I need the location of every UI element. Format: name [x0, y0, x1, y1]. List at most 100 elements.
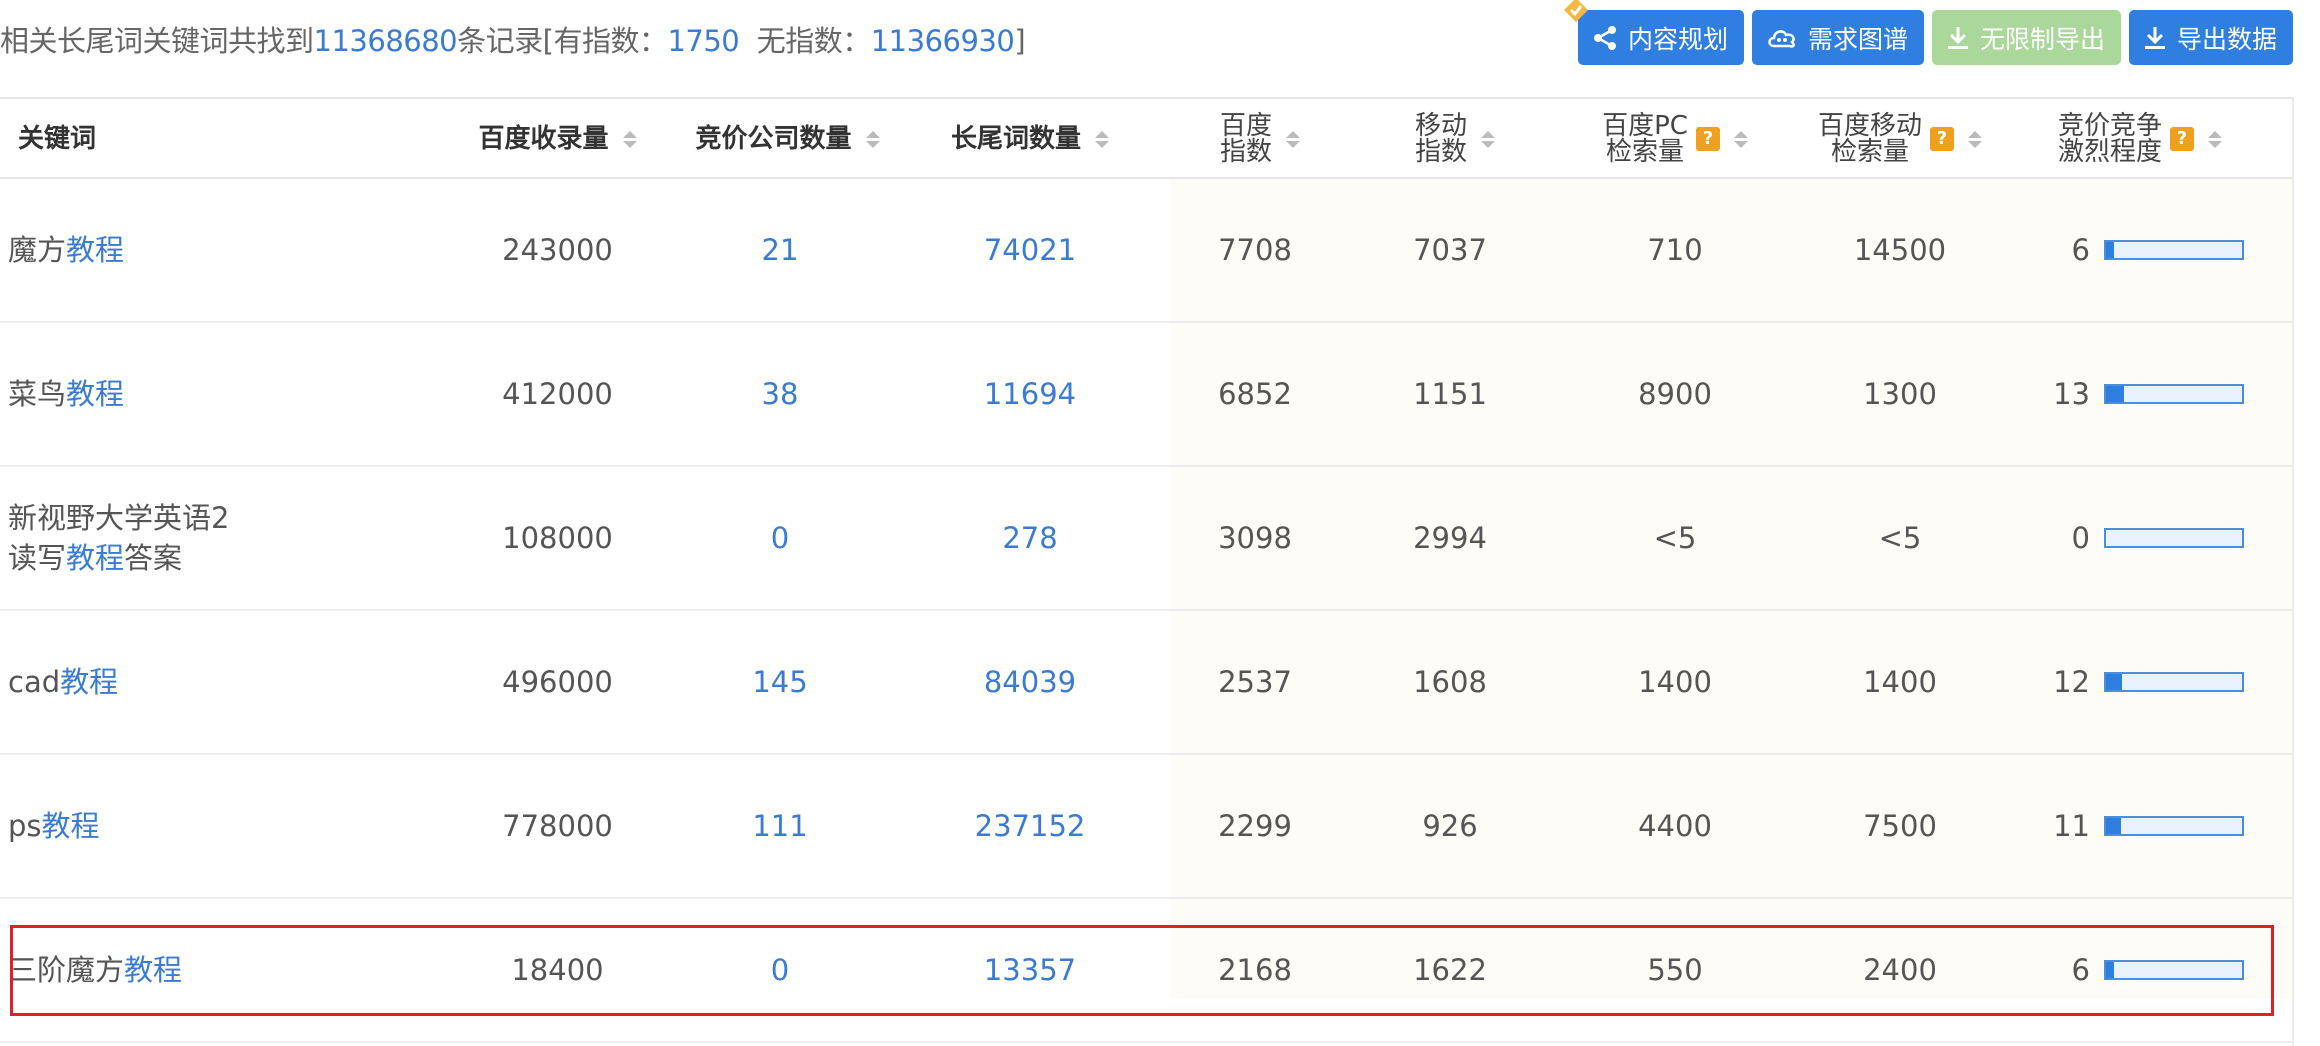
cell-bid-companies[interactable]: 145 [675, 611, 885, 753]
cell-mobile-index: 1608 [1413, 665, 1487, 699]
col-mobile-index[interactable]: 移动 指数 [1390, 99, 1520, 179]
cell-mobile-index: 926 [1422, 809, 1478, 843]
cell-keyword[interactable]: 菜鸟教程 [0, 323, 250, 465]
competition-bar-fill [2106, 242, 2115, 258]
cell-keyword[interactable]: 魔方教程 [0, 179, 250, 321]
col-bid-companies-label: 竞价公司数量 [695, 124, 852, 154]
competition-bar-fill [2106, 818, 2121, 834]
cell-baidu-indexed: 243000 [502, 233, 613, 267]
demand-map-button[interactable]: 需求图谱 [1751, 10, 1924, 65]
cell-baidu-indexed: 496000 [502, 665, 613, 699]
cell-bid-companies[interactable]: 21 [675, 179, 885, 321]
table-header: 关键词 百度收录量 竞价公司数量 长尾词数量 百度 指数 移动 指数 百度PC 检索量… [0, 99, 2292, 179]
keyword-text: 新视野大学英语2 [8, 501, 230, 535]
cell-baidu-index: 2537 [1218, 665, 1292, 699]
sort-icon[interactable] [1733, 130, 1748, 148]
keyword-highlight: 教程 [66, 377, 125, 411]
col-mobile-index-label: 移动 指数 [1415, 113, 1467, 165]
col-pc-search[interactable]: 百度PC 检索量? [1580, 99, 1770, 179]
keyword-text: 魔方 [8, 233, 67, 267]
cell-longtail-count[interactable]: 74021 [930, 179, 1130, 321]
cell-baidu-indexed: 778000 [502, 809, 613, 843]
demand-map-label: 需求图谱 [1807, 24, 1908, 54]
cell-longtail-count[interactable]: 278 [930, 467, 1130, 609]
cell-pc-search: 710 [1647, 233, 1703, 267]
cell-baidu-indexed: 412000 [502, 377, 613, 411]
content-plan-label: 内容规划 [1627, 24, 1728, 54]
keyword-text: cad [8, 665, 61, 699]
sort-icon[interactable] [1481, 130, 1495, 148]
cell-competition: 0 [2040, 467, 2280, 609]
cell-baidu-index: 7708 [1218, 233, 1292, 267]
cell-mobile-search: <5 [1878, 521, 1922, 555]
col-longtail-count[interactable]: 长尾词数量 [930, 99, 1130, 179]
keyword-table: 关键词 百度收录量 竞价公司数量 长尾词数量 百度 指数 移动 指数 百度PC 检索量… [0, 97, 2294, 1046]
cell-competition: 13 [2040, 323, 2280, 465]
competition-value: 6 [2071, 233, 2090, 267]
sort-icon[interactable] [865, 130, 880, 148]
competition-value: 12 [2053, 665, 2090, 699]
competition-value: 11 [2053, 809, 2090, 843]
competition-bar [2104, 384, 2244, 404]
help-icon[interactable]: ? [2170, 127, 2194, 151]
share-icon [1593, 25, 1616, 50]
col-baidu-index[interactable]: 百度 指数 [1195, 99, 1325, 179]
cell-longtail-count[interactable]: 11694 [930, 323, 1130, 465]
keyword-highlight: 教程 [66, 233, 125, 267]
table-row: cad教程 496000 145 84039 2537 1608 1400 1400 12 [0, 611, 2292, 755]
cell-mobile-index: 1151 [1413, 377, 1487, 411]
sort-icon[interactable] [1095, 130, 1109, 148]
col-bid-companies[interactable]: 竞价公司数量 [675, 99, 900, 179]
help-icon[interactable]: ? [1695, 127, 1720, 151]
export-data-button[interactable]: 导出数据 [2128, 10, 2293, 65]
cell-competition: 12 [2040, 611, 2280, 753]
cell-mobile-search: 7500 [1863, 809, 1937, 843]
cell-mobile-search: 1400 [1863, 665, 1937, 699]
col-competition[interactable]: 竞价竞争 激烈程度? [2040, 99, 2240, 179]
unlimited-export-label: 无限制导出 [1979, 24, 2105, 54]
cell-competition: 6 [2040, 179, 2280, 321]
competition-bar [2104, 672, 2244, 692]
unlimited-export-button[interactable]: 无限制导出 [1931, 10, 2121, 65]
result-summary: 相关长尾词关键词共找到11368680条记录[有指数：1750 无指数：1136… [0, 18, 1026, 60]
keyword-highlight: 教程 [41, 809, 100, 843]
cell-baidu-index: 6852 [1218, 377, 1292, 411]
cell-keyword[interactable]: 新视野大学英语2 读写教程答案 [0, 467, 250, 609]
help-icon[interactable]: ? [1930, 127, 1954, 151]
col-mobile-search-label: 百度移动 检索量 [1818, 113, 1922, 165]
keyword-text: 菜鸟 [8, 377, 67, 411]
cell-longtail-count[interactable]: 237152 [930, 755, 1130, 897]
col-baidu-indexed[interactable]: 百度收录量 [450, 99, 665, 179]
highlight-box [10, 925, 2274, 1016]
table-row: 菜鸟教程 412000 38 11694 6852 1151 8900 1300 13 [0, 323, 2292, 467]
cell-competition: 11 [2040, 755, 2280, 897]
col-baidu-index-label: 百度 指数 [1220, 113, 1272, 165]
col-mobile-search[interactable]: 百度移动 检索量? [1800, 99, 2000, 179]
export-data-label: 导出数据 [2176, 24, 2277, 54]
col-competition-label: 竞价竞争 激烈程度 [2058, 113, 2162, 165]
summary-mid: 条记录[有指数： [457, 24, 668, 58]
cell-baidu-index: 3098 [1218, 521, 1292, 555]
summary-suffix: ] [1014, 24, 1026, 58]
competition-bar [2104, 528, 2244, 548]
keyword-text: ps [8, 809, 42, 843]
cell-bid-companies[interactable]: 111 [675, 755, 885, 897]
cell-keyword[interactable]: ps教程 [0, 755, 250, 897]
cloud-icon [1768, 29, 1795, 48]
col-mobile-search-line2: 检索量 [1830, 137, 1909, 167]
sort-icon[interactable] [2208, 130, 2222, 148]
sort-icon[interactable] [622, 130, 637, 148]
download-icon [1947, 26, 1968, 49]
summary-prefix: 相关长尾词关键词共找到 [0, 24, 314, 58]
col-mobile-index-line2: 指数 [1414, 137, 1467, 167]
cell-keyword[interactable]: cad教程 [0, 611, 250, 753]
cell-bid-companies[interactable]: 38 [675, 323, 885, 465]
content-plan-button[interactable]: 内容规划 [1563, 0, 1744, 65]
competition-bar [2104, 240, 2244, 260]
sort-icon[interactable] [1286, 130, 1300, 148]
cell-longtail-count[interactable]: 84039 [930, 611, 1130, 753]
keyword-text: 答案 [124, 541, 183, 575]
sort-icon[interactable] [1968, 130, 1982, 148]
cell-bid-companies[interactable]: 0 [675, 467, 885, 609]
cell-pc-search: 4400 [1638, 809, 1712, 843]
